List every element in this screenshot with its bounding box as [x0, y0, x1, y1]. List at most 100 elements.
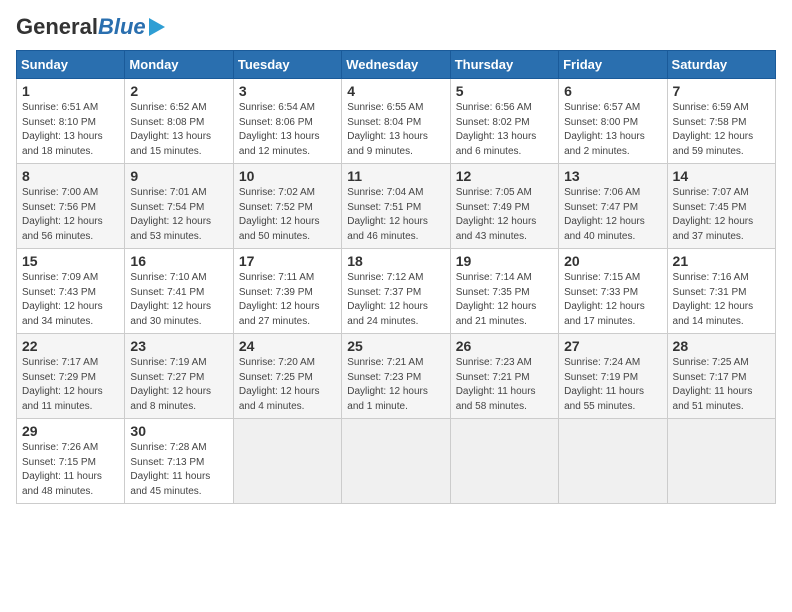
- day-number: 22: [22, 338, 119, 354]
- calendar-cell: 19 Sunrise: 7:14 AM Sunset: 7:35 PM Dayli…: [450, 249, 558, 334]
- day-info: Sunrise: 7:14 AM Sunset: 7:35 PM Dayligh…: [456, 271, 553, 329]
- calendar-cell: 30 Sunrise: 7:28 AM Sunset: 7:13 PM Dayli…: [125, 419, 233, 504]
- day-info: Sunrise: 7:12 AM Sunset: 7:37 PM Dayligh…: [347, 271, 444, 329]
- day-number: 2: [130, 83, 227, 99]
- day-info: Sunrise: 7:24 AM Sunset: 7:19 PM Dayligh…: [564, 356, 661, 414]
- day-number: 10: [239, 168, 336, 184]
- calendar-cell: 6Sunrise: 6:57 AM Sunset: 8:00 PM Daylig…: [559, 79, 667, 164]
- day-info: Sunrise: 7:02 AM Sunset: 7:52 PM Dayligh…: [239, 186, 336, 244]
- day-info: Sunrise: 7:19 AM Sunset: 7:27 PM Dayligh…: [130, 356, 227, 414]
- day-number: 14: [673, 168, 770, 184]
- day-number: 30: [130, 423, 227, 439]
- day-number: 3: [239, 83, 336, 99]
- calendar-cell: 11 Sunrise: 7:04 AM Sunset: 7:51 PM Dayli…: [342, 164, 450, 249]
- calendar-header-row: SundayMondayTuesdayWednesdayThursdayFrid…: [17, 51, 776, 79]
- calendar-table: SundayMondayTuesdayWednesdayThursdayFrid…: [16, 50, 776, 504]
- day-number: 16: [130, 253, 227, 269]
- day-number: 8: [22, 168, 119, 184]
- calendar-cell: 15Sunrise: 7:09 AM Sunset: 7:43 PM Dayli…: [17, 249, 125, 334]
- day-info: Sunrise: 7:23 AM Sunset: 7:21 PM Dayligh…: [456, 356, 553, 414]
- day-number: 18: [347, 253, 444, 269]
- calendar-cell: 8 Sunrise: 7:00 AM Sunset: 7:56 PM Daylig…: [17, 164, 125, 249]
- calendar-cell: [450, 419, 558, 504]
- day-number: 25: [347, 338, 444, 354]
- day-number: 5: [456, 83, 553, 99]
- calendar-week-row: 1 Sunrise: 6:51 AM Sunset: 8:10 PM Daylig…: [17, 79, 776, 164]
- calendar-cell: 7 Sunrise: 6:59 AM Sunset: 7:58 PM Daylig…: [667, 79, 775, 164]
- day-info: Sunrise: 6:55 AM Sunset: 8:04 PM Dayligh…: [347, 101, 444, 159]
- calendar-cell: 26Sunrise: 7:23 AM Sunset: 7:21 PM Dayli…: [450, 334, 558, 419]
- calendar-cell: 28 Sunrise: 7:25 AM Sunset: 7:17 PM Dayli…: [667, 334, 775, 419]
- calendar-cell: 3 Sunrise: 6:54 AM Sunset: 8:06 PM Daylig…: [233, 79, 341, 164]
- day-number: 28: [673, 338, 770, 354]
- day-number: 15: [22, 253, 119, 269]
- calendar-cell: 13 Sunrise: 7:06 AM Sunset: 7:47 PM Dayli…: [559, 164, 667, 249]
- day-number: 27: [564, 338, 661, 354]
- calendar-week-row: 29Sunrise: 7:26 AM Sunset: 7:15 PM Dayli…: [17, 419, 776, 504]
- day-info: Sunrise: 7:07 AM Sunset: 7:45 PM Dayligh…: [673, 186, 770, 244]
- calendar-cell: 22 Sunrise: 7:17 AM Sunset: 7:29 PM Dayli…: [17, 334, 125, 419]
- calendar-cell: 29Sunrise: 7:26 AM Sunset: 7:15 PM Dayli…: [17, 419, 125, 504]
- day-info: Sunrise: 7:06 AM Sunset: 7:47 PM Dayligh…: [564, 186, 661, 244]
- day-info: Sunrise: 7:15 AM Sunset: 7:33 PM Dayligh…: [564, 271, 661, 329]
- day-number: 21: [673, 253, 770, 269]
- day-info: Sunrise: 7:16 AM Sunset: 7:31 PM Dayligh…: [673, 271, 770, 329]
- calendar-cell: 21 Sunrise: 7:16 AM Sunset: 7:31 PM Dayli…: [667, 249, 775, 334]
- calendar-cell: 1 Sunrise: 6:51 AM Sunset: 8:10 PM Daylig…: [17, 79, 125, 164]
- logo-arrow-icon: [149, 18, 165, 36]
- day-number: 4: [347, 83, 444, 99]
- calendar-cell: 10 Sunrise: 7:02 AM Sunset: 7:52 PM Dayli…: [233, 164, 341, 249]
- day-info: Sunrise: 6:57 AM Sunset: 8:00 PM Dayligh…: [564, 101, 661, 159]
- calendar-cell: 24 Sunrise: 7:20 AM Sunset: 7:25 PM Dayli…: [233, 334, 341, 419]
- column-header-sunday: Sunday: [17, 51, 125, 79]
- day-number: 12: [456, 168, 553, 184]
- calendar-cell: 2Sunrise: 6:52 AM Sunset: 8:08 PM Daylig…: [125, 79, 233, 164]
- calendar-cell: [667, 419, 775, 504]
- calendar-cell: 4 Sunrise: 6:55 AM Sunset: 8:04 PM Daylig…: [342, 79, 450, 164]
- column-header-thursday: Thursday: [450, 51, 558, 79]
- day-number: 24: [239, 338, 336, 354]
- day-info: Sunrise: 7:05 AM Sunset: 7:49 PM Dayligh…: [456, 186, 553, 244]
- day-info: Sunrise: 7:28 AM Sunset: 7:13 PM Dayligh…: [130, 441, 227, 499]
- day-info: Sunrise: 6:51 AM Sunset: 8:10 PM Dayligh…: [22, 101, 119, 159]
- day-info: Sunrise: 7:10 AM Sunset: 7:41 PM Dayligh…: [130, 271, 227, 329]
- day-number: 19: [456, 253, 553, 269]
- calendar-cell: 23 Sunrise: 7:19 AM Sunset: 7:27 PM Dayli…: [125, 334, 233, 419]
- calendar-cell: [233, 419, 341, 504]
- day-info: Sunrise: 6:59 AM Sunset: 7:58 PM Dayligh…: [673, 101, 770, 159]
- day-info: Sunrise: 7:00 AM Sunset: 7:56 PM Dayligh…: [22, 186, 119, 244]
- calendar-cell: 20 Sunrise: 7:15 AM Sunset: 7:33 PM Dayli…: [559, 249, 667, 334]
- calendar-cell: 17Sunrise: 7:11 AM Sunset: 7:39 PM Dayli…: [233, 249, 341, 334]
- page-header: GeneralBlue: [16, 16, 776, 38]
- calendar-cell: 12 Sunrise: 7:05 AM Sunset: 7:49 PM Dayli…: [450, 164, 558, 249]
- day-number: 23: [130, 338, 227, 354]
- calendar-cell: 18 Sunrise: 7:12 AM Sunset: 7:37 PM Dayli…: [342, 249, 450, 334]
- calendar-cell: 14 Sunrise: 7:07 AM Sunset: 7:45 PM Dayli…: [667, 164, 775, 249]
- calendar-week-row: 8 Sunrise: 7:00 AM Sunset: 7:56 PM Daylig…: [17, 164, 776, 249]
- day-info: Sunrise: 7:20 AM Sunset: 7:25 PM Dayligh…: [239, 356, 336, 414]
- calendar-week-row: 22 Sunrise: 7:17 AM Sunset: 7:29 PM Dayli…: [17, 334, 776, 419]
- calendar-cell: [342, 419, 450, 504]
- calendar-week-row: 15Sunrise: 7:09 AM Sunset: 7:43 PM Dayli…: [17, 249, 776, 334]
- day-number: 29: [22, 423, 119, 439]
- logo-text: GeneralBlue: [16, 16, 146, 38]
- calendar-cell: 9 Sunrise: 7:01 AM Sunset: 7:54 PM Daylig…: [125, 164, 233, 249]
- day-info: Sunrise: 7:17 AM Sunset: 7:29 PM Dayligh…: [22, 356, 119, 414]
- column-header-friday: Friday: [559, 51, 667, 79]
- column-header-tuesday: Tuesday: [233, 51, 341, 79]
- day-number: 11: [347, 168, 444, 184]
- day-info: Sunrise: 7:04 AM Sunset: 7:51 PM Dayligh…: [347, 186, 444, 244]
- day-number: 9: [130, 168, 227, 184]
- day-number: 7: [673, 83, 770, 99]
- day-info: Sunrise: 7:21 AM Sunset: 7:23 PM Dayligh…: [347, 356, 444, 414]
- day-number: 20: [564, 253, 661, 269]
- calendar-cell: 16 Sunrise: 7:10 AM Sunset: 7:41 PM Dayli…: [125, 249, 233, 334]
- day-number: 1: [22, 83, 119, 99]
- day-info: Sunrise: 7:25 AM Sunset: 7:17 PM Dayligh…: [673, 356, 770, 414]
- calendar-cell: 5 Sunrise: 6:56 AM Sunset: 8:02 PM Daylig…: [450, 79, 558, 164]
- day-info: Sunrise: 7:01 AM Sunset: 7:54 PM Dayligh…: [130, 186, 227, 244]
- day-number: 13: [564, 168, 661, 184]
- calendar-cell: [559, 419, 667, 504]
- day-info: Sunrise: 6:54 AM Sunset: 8:06 PM Dayligh…: [239, 101, 336, 159]
- day-info: Sunrise: 6:56 AM Sunset: 8:02 PM Dayligh…: [456, 101, 553, 159]
